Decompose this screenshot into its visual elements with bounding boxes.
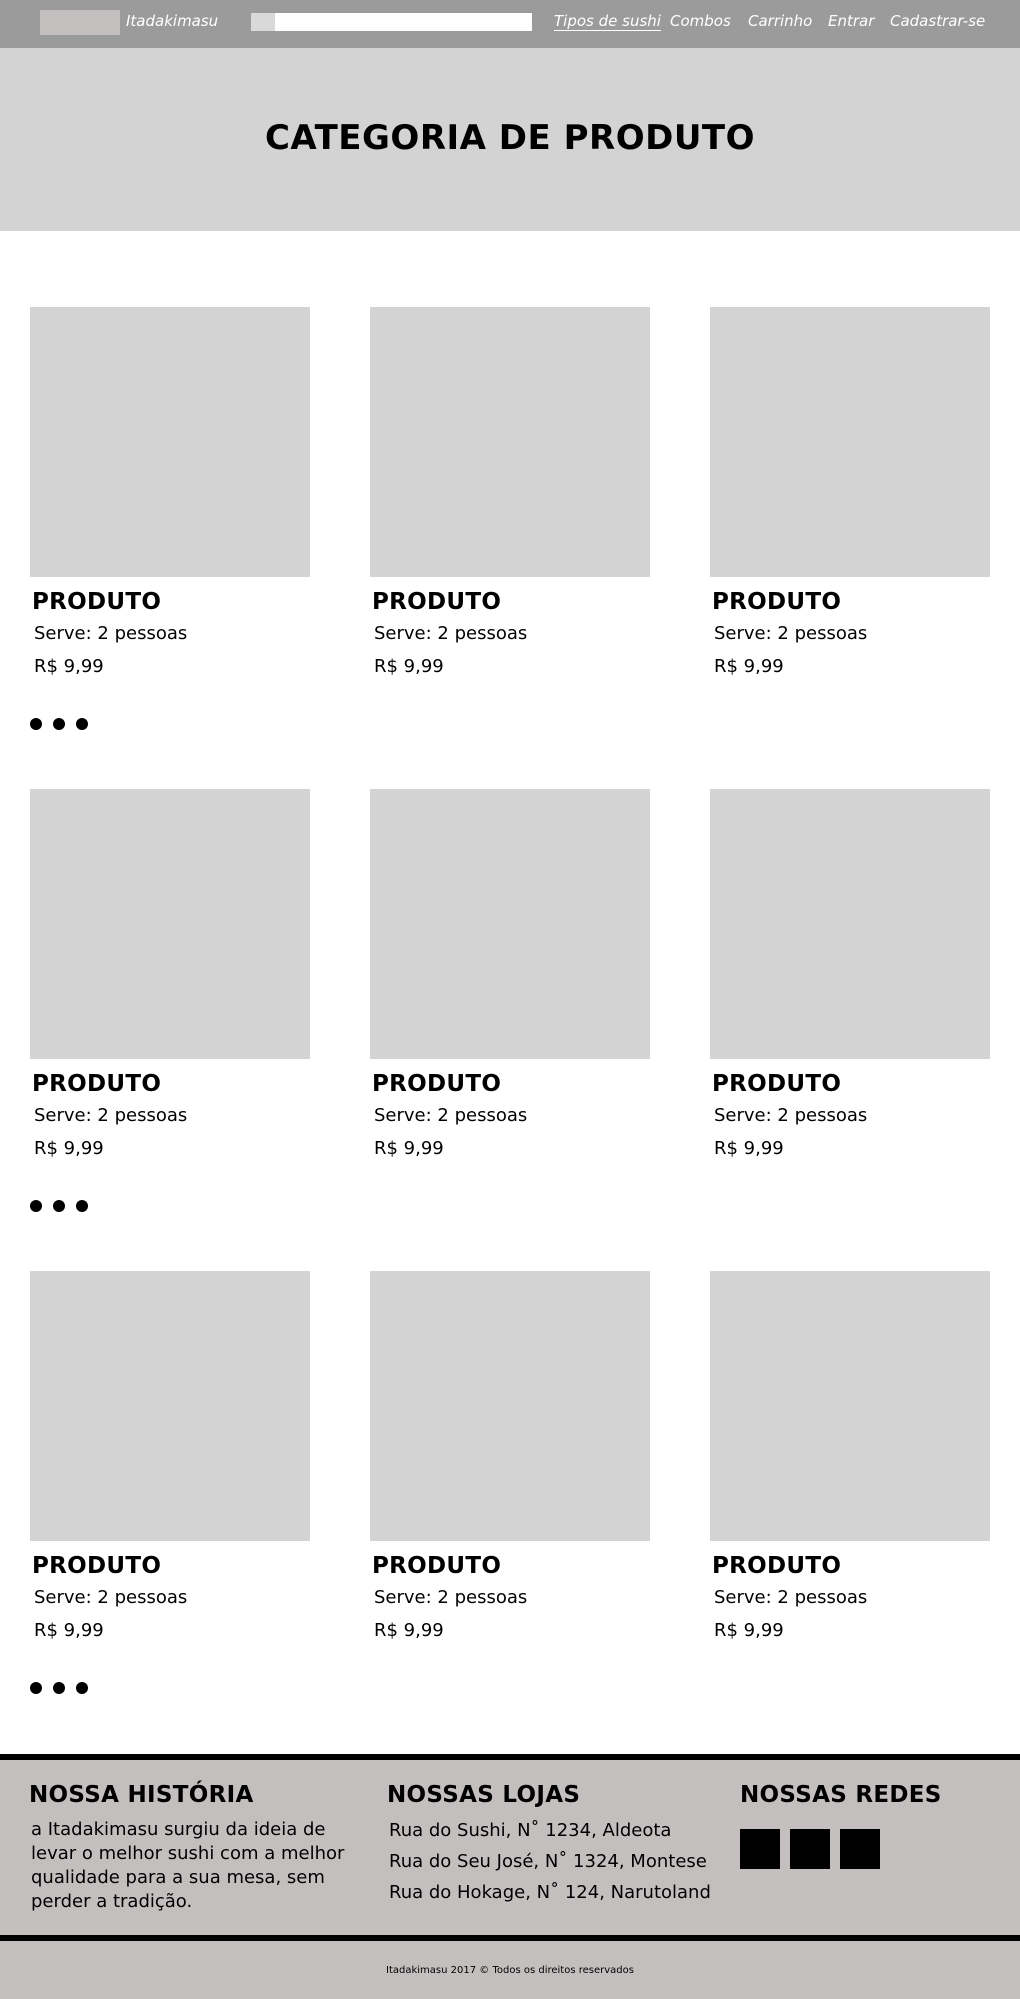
more-options-button[interactable] (30, 1200, 88, 1212)
history-title: NOSSA HISTÓRIA (29, 1782, 254, 1808)
nav-link-carrinho[interactable]: Carrinho (748, 12, 812, 30)
dot-icon (53, 718, 65, 730)
logo-image[interactable] (40, 10, 120, 35)
dot-icon (30, 1200, 42, 1212)
product-card[interactable]: PRODUTO Serve: 2 pessoas R$ 9,99 (710, 789, 990, 1159)
product-name[interactable]: PRODUTO (372, 589, 650, 615)
search-bar (251, 13, 532, 31)
nav-link-cadastrar-se[interactable]: Cadastrar-se (890, 12, 985, 30)
product-serves: Serve: 2 pessoas (374, 623, 528, 644)
search-input[interactable] (275, 13, 530, 31)
product-image[interactable] (710, 789, 990, 1059)
copyright-bar: Itadakimasu 2017 © Todos os direitos res… (0, 1941, 1020, 1999)
dot-icon (53, 1682, 65, 1694)
dot-icon (53, 1200, 65, 1212)
stores-title: NOSSAS LOJAS (387, 1782, 581, 1808)
store-address: Rua do Seu José, N˚ 1324, Montese (389, 1851, 707, 1872)
social-icon[interactable] (740, 1829, 780, 1869)
product-image[interactable] (710, 307, 990, 577)
product-name[interactable]: PRODUTO (32, 589, 310, 615)
product-price: R$ 9,99 (374, 656, 444, 677)
copyright-text: Itadakimasu 2017 © Todos os direitos res… (386, 1965, 634, 1976)
product-price: R$ 9,99 (374, 1620, 444, 1641)
history-text: a Itadakimasu surgiu da ideia de levar o… (31, 1819, 345, 1912)
product-price: R$ 9,99 (374, 1138, 444, 1159)
category-hero: CATEGORIA DE PRODUTO (0, 48, 1020, 231)
product-image[interactable] (710, 1271, 990, 1541)
product-image[interactable] (30, 1271, 310, 1541)
product-card[interactable]: PRODUTO Serve: 2 pessoas R$ 9,99 (30, 789, 310, 1159)
search-button[interactable] (251, 13, 275, 31)
product-card[interactable]: PRODUTO Serve: 2 pessoas R$ 9,99 (30, 1271, 310, 1641)
nav-link-combos[interactable]: Combos (670, 12, 731, 30)
dot-icon (76, 718, 88, 730)
brand-name[interactable]: Itadakimasu (126, 12, 218, 30)
more-options-button[interactable] (30, 718, 88, 730)
product-price: R$ 9,99 (34, 1138, 104, 1159)
product-name[interactable]: PRODUTO (372, 1071, 650, 1097)
product-image[interactable] (370, 307, 650, 577)
dot-icon (30, 1682, 42, 1694)
product-card[interactable]: PRODUTO Serve: 2 pessoas R$ 9,99 (710, 1271, 990, 1641)
product-name[interactable]: PRODUTO (372, 1553, 650, 1579)
social-icon[interactable] (840, 1829, 880, 1869)
product-image[interactable] (30, 789, 310, 1059)
more-options-button[interactable] (30, 1682, 88, 1694)
product-serves: Serve: 2 pessoas (34, 623, 188, 644)
product-serves: Serve: 2 pessoas (714, 1105, 868, 1126)
product-serves: Serve: 2 pessoas (34, 1105, 188, 1126)
store-address: Rua do Hokage, N˚ 124, Narutoland (389, 1882, 711, 1903)
product-name[interactable]: PRODUTO (712, 1553, 990, 1579)
product-serves: Serve: 2 pessoas (374, 1587, 528, 1608)
product-card[interactable]: PRODUTO Serve: 2 pessoas R$ 9,99 (370, 1271, 650, 1641)
footer: NOSSA HISTÓRIA a Itadakimasu surgiu da i… (0, 1760, 1020, 1935)
page-title: CATEGORIA DE PRODUTO (264, 118, 756, 158)
product-price: R$ 9,99 (714, 656, 784, 677)
product-image[interactable] (370, 1271, 650, 1541)
store-address: Rua do Sushi, N˚ 1234, Aldeota (389, 1820, 672, 1841)
product-price: R$ 9,99 (714, 1620, 784, 1641)
product-card[interactable]: PRODUTO Serve: 2 pessoas R$ 9,99 (30, 307, 310, 677)
product-image[interactable] (30, 307, 310, 577)
product-card[interactable]: PRODUTO Serve: 2 pessoas R$ 9,99 (370, 307, 650, 677)
product-name[interactable]: PRODUTO (32, 1553, 310, 1579)
top-navbar: Itadakimasu Tipos de sushi Combos Carrin… (0, 0, 1020, 48)
product-name[interactable]: PRODUTO (32, 1071, 310, 1097)
product-serves: Serve: 2 pessoas (34, 1587, 188, 1608)
product-card[interactable]: PRODUTO Serve: 2 pessoas R$ 9,99 (710, 307, 990, 677)
product-price: R$ 9,99 (714, 1138, 784, 1159)
social-title: NOSSAS REDES (740, 1782, 942, 1808)
nav-link-tipos-de-sushi[interactable]: Tipos de sushi (554, 12, 661, 30)
dot-icon (30, 718, 42, 730)
product-serves: Serve: 2 pessoas (374, 1105, 528, 1126)
product-name[interactable]: PRODUTO (712, 589, 990, 615)
product-image[interactable] (370, 789, 650, 1059)
product-serves: Serve: 2 pessoas (714, 623, 868, 644)
product-price: R$ 9,99 (34, 656, 104, 677)
nav-link-entrar[interactable]: Entrar (828, 12, 874, 30)
product-serves: Serve: 2 pessoas (714, 1587, 868, 1608)
product-card[interactable]: PRODUTO Serve: 2 pessoas R$ 9,99 (370, 789, 650, 1159)
social-icon[interactable] (790, 1829, 830, 1869)
product-price: R$ 9,99 (34, 1620, 104, 1641)
product-name[interactable]: PRODUTO (712, 1071, 990, 1097)
dot-icon (76, 1200, 88, 1212)
dot-icon (76, 1682, 88, 1694)
